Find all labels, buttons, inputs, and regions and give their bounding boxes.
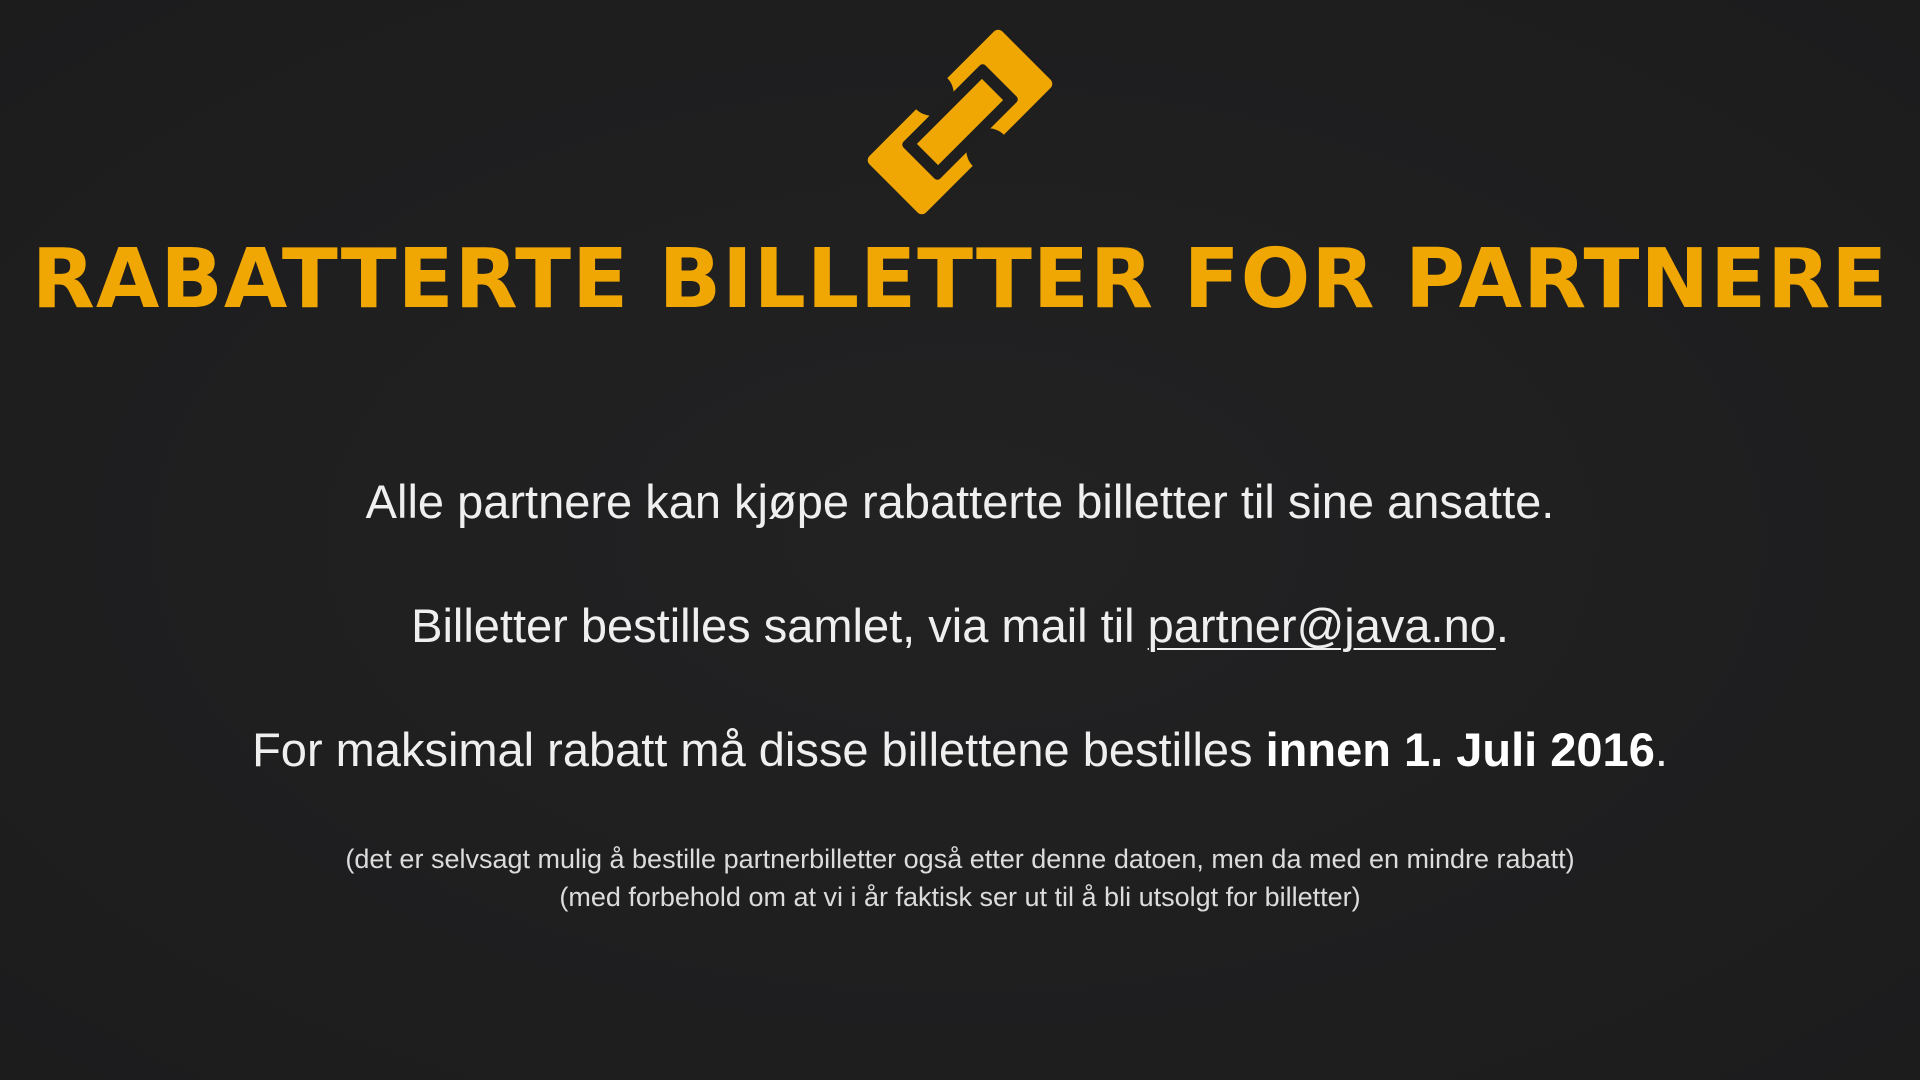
- ticket-icon: [867, 29, 1053, 215]
- page-title: RABATTERTE BILLETTER FOR PARTNERE: [31, 232, 1889, 327]
- deadline-prefix: For maksimal rabatt må disse billettene …: [252, 723, 1266, 776]
- partner-email-link[interactable]: partner@java.no: [1148, 599, 1496, 652]
- intro-text: Alle partnere kan kjøpe rabatterte bille…: [365, 475, 1555, 528]
- footnote-late-ordering: (det er selvsagt mulig å bestille partne…: [345, 844, 1575, 874]
- order-text-period: .: [1495, 599, 1509, 652]
- footnote-sold-out: (med forbehold om at vi i år faktisk ser…: [559, 882, 1361, 912]
- order-instructions: Billetter bestilles samlet, via mail til…: [0, 596, 1920, 656]
- partner-tickets-page: RABATTERTE BILLETTER FOR PARTNERE Alle p…: [0, 0, 1920, 1080]
- order-text: Billetter bestilles samlet, via mail til: [411, 599, 1148, 652]
- deadline-date: innen 1. Juli 2016: [1265, 723, 1655, 776]
- deadline-text: For maksimal rabatt må disse billettene …: [0, 720, 1920, 780]
- deadline-period: .: [1654, 723, 1668, 776]
